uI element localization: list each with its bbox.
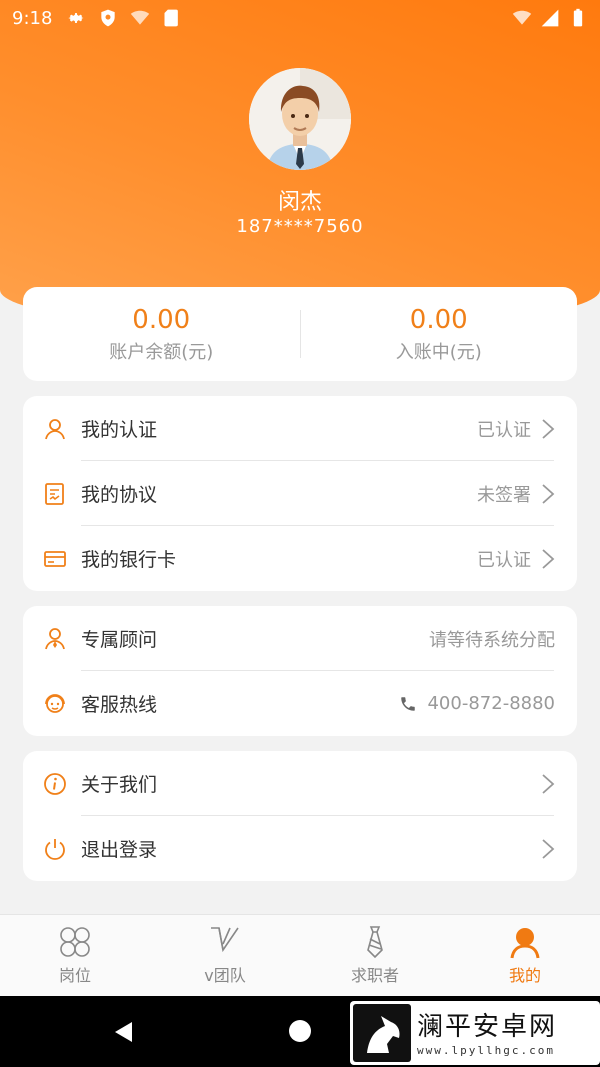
account-balance-value: 0.00: [132, 305, 191, 335]
battery-icon: [573, 8, 583, 27]
user-phone: 187****7560: [236, 216, 364, 237]
user-name: 闵杰: [277, 190, 322, 215]
menu-item-exclusive-advisor[interactable]: 专属顾问 请等待系统分配: [23, 606, 577, 671]
customer-service-icon: [43, 692, 67, 716]
pending-balance-label: 入账中(元): [395, 342, 482, 363]
person-icon: [508, 925, 542, 959]
back-triangle-icon[interactable]: [112, 1020, 136, 1044]
tab-job-seekers[interactable]: 求职者: [300, 915, 450, 996]
watermark-url: www.lpyllhgc.com: [417, 1043, 555, 1057]
account-balance-label: 账户余额(元): [109, 342, 214, 363]
clover-icon: [58, 925, 92, 959]
service-menu-card: 专属顾问 请等待系统分配 客服热线 400-872-8880: [23, 606, 577, 736]
v-team-icon: [208, 925, 242, 959]
power-icon: [43, 837, 67, 861]
status-bar: 9:18: [0, 0, 600, 36]
menu-item-my-agreement[interactable]: 我的协议 未签署: [23, 461, 577, 526]
chevron-right-icon: [542, 418, 555, 439]
menu-item-label: 关于我们: [81, 774, 158, 796]
wifi-question-icon: [131, 10, 150, 25]
avatar-man-icon: [249, 68, 351, 170]
phone-icon: [401, 696, 416, 711]
user-avatar[interactable]: [249, 68, 351, 170]
menu-item-label: 客服热线: [81, 694, 158, 716]
bank-card-icon: [43, 547, 67, 571]
pending-balance-value: 0.00: [409, 305, 468, 335]
chevron-right-icon: [542, 548, 555, 569]
menu-item-service-hotline[interactable]: 客服热线 400-872-8880: [23, 671, 577, 736]
shield-icon: [101, 9, 116, 27]
menu-item-label: 我的协议: [81, 484, 158, 506]
tab-jobs[interactable]: 岗位: [0, 915, 150, 996]
tab-mine[interactable]: 我的: [450, 915, 600, 996]
bottom-tab-bar: 岗位 v团队 求职者 我的: [0, 914, 600, 996]
user-outline-icon: [43, 417, 67, 441]
hotline-value[interactable]: 400-872-8880: [399, 693, 555, 714]
menu-item-logout[interactable]: 退出登录: [23, 816, 577, 881]
info-icon: [43, 772, 67, 796]
menu-item-label: 专属顾问: [81, 629, 158, 651]
tab-label: 求职者: [350, 966, 399, 985]
menu-item-status: 已认证: [477, 549, 531, 571]
hotline-number: 400-872-8880: [427, 693, 555, 714]
menu-item-status: 已认证: [477, 419, 531, 441]
menu-item-my-bank-card[interactable]: 我的银行卡 已认证: [23, 526, 577, 591]
menu-item-status: 未签署: [477, 484, 531, 506]
menu-item-my-certification[interactable]: 我的认证 已认证: [23, 396, 577, 461]
tab-label: v团队: [204, 966, 246, 985]
signal-icon: [541, 9, 559, 27]
home-circle-icon[interactable]: [289, 1020, 311, 1042]
horse-logo-icon: [353, 1004, 411, 1062]
wifi-off-icon: [512, 10, 532, 25]
sd-card-icon: [164, 9, 179, 27]
tie-icon: [358, 925, 392, 959]
account-balance[interactable]: 0.00 账户余额(元): [23, 304, 300, 364]
menu-item-about-us[interactable]: 关于我们: [23, 751, 577, 816]
advisor-icon: [43, 627, 67, 651]
tab-label: 我的: [508, 966, 541, 985]
account-menu-card: 我的认证 已认证 我的协议 未签署 我的银行卡 已认证: [23, 396, 577, 591]
status-time: 9:18: [12, 7, 53, 29]
menu-item-label: 我的认证: [81, 419, 158, 441]
pending-balance[interactable]: 0.00 入账中(元): [301, 304, 578, 364]
chevron-right-icon: [542, 838, 555, 859]
menu-item-label: 退出登录: [81, 839, 158, 861]
chevron-right-icon: [542, 773, 555, 794]
watermark-title: 澜平安卓网: [417, 1011, 558, 1042]
watermark-badge: 澜平安卓网 www.lpyllhgc.com: [350, 1001, 600, 1065]
misc-menu-card: 关于我们 退出登录: [23, 751, 577, 881]
tab-v-team[interactable]: v团队: [150, 915, 300, 996]
menu-item-label: 我的银行卡: [81, 549, 177, 571]
balance-card: 0.00 账户余额(元) 0.00 入账中(元): [23, 287, 577, 381]
tab-label: 岗位: [58, 966, 91, 985]
chevron-right-icon: [542, 483, 555, 504]
settings-gear-icon: [68, 13, 84, 23]
document-edit-icon: [43, 482, 67, 506]
menu-item-status: 请等待系统分配: [429, 629, 555, 651]
